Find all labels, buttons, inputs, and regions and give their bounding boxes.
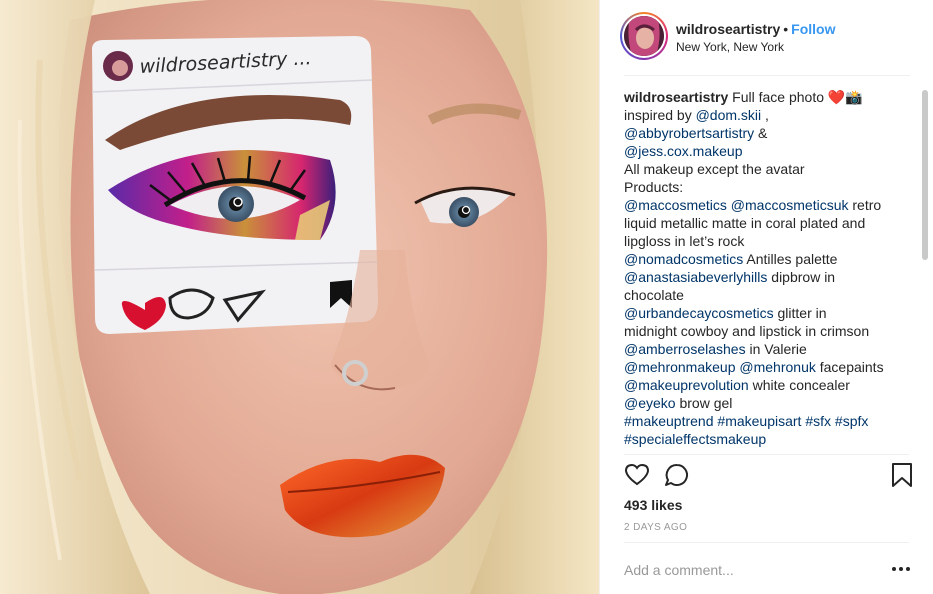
caption-line: liquid metallic matte in coral plated an… xyxy=(624,214,914,232)
comment-button[interactable] xyxy=(664,462,690,488)
mention-link[interactable]: @makeuprevolution xyxy=(624,377,749,393)
caption-text: chocolate xyxy=(624,287,684,303)
mention-link[interactable]: @maccosmetics xyxy=(624,197,727,213)
header-user-line: wildroseartistry • Follow xyxy=(676,20,836,38)
username-link[interactable]: wildroseartistry xyxy=(676,21,780,37)
caption-line: @eyeko brow gel xyxy=(624,394,914,412)
avatar-portrait-icon xyxy=(624,16,664,56)
mention-link[interactable]: @jess.cox.makeup xyxy=(624,143,742,159)
post-photo[interactable]: wildroseartistry ... xyxy=(0,0,599,594)
more-options-button[interactable] xyxy=(890,562,912,576)
speech-bubble-icon xyxy=(665,463,688,486)
mention-link[interactable]: @eyeko xyxy=(624,395,676,411)
caption-text: white concealer xyxy=(748,377,850,393)
caption-line: lipgloss in let’s rock xyxy=(624,232,914,250)
caption-username-link[interactable]: wildroseartistry xyxy=(624,89,728,105)
caption-text: lipgloss in let’s rock xyxy=(624,233,745,249)
caption-text: All makeup except the avatar xyxy=(624,161,805,177)
caption-text: inspired by xyxy=(624,107,696,123)
caption-line: @jess.cox.makeup xyxy=(624,142,914,160)
mention-link[interactable]: @abbyrobertsartistry xyxy=(624,125,754,141)
caption-line: inspired by @dom.skii , xyxy=(624,106,914,124)
caption-text: glitter in xyxy=(773,305,827,321)
makeup-face-image: wildroseartistry ... xyxy=(0,0,599,594)
header-divider xyxy=(624,75,910,76)
caption-line: Products: xyxy=(624,178,914,196)
mention-link[interactable]: @mehronuk xyxy=(739,359,815,375)
hashtag-link[interactable]: #specialeffectsmakeup xyxy=(624,431,766,447)
caption-line: @anastasiabeverlyhills dipbrow in xyxy=(624,268,914,286)
caption-line: @nomadcosmetics Antilles palette xyxy=(624,250,914,268)
caption-divider xyxy=(624,454,909,455)
caption-line: chocolate xyxy=(624,286,914,304)
location-link[interactable]: New York, New York xyxy=(676,40,784,54)
mention-link[interactable]: @mehronmakeup xyxy=(624,359,736,375)
post-caption: wildroseartistry Full face photo ❤️📸 insp… xyxy=(624,88,914,452)
caption-line: @mehronmakeup @mehronuk facepaints xyxy=(624,358,914,376)
caption-line: @makeuprevolution white concealer xyxy=(624,376,914,394)
caption-line: All makeup except the avatar xyxy=(624,160,914,178)
comment-divider xyxy=(624,542,909,543)
caption-line: #specialeffectsmakeup xyxy=(624,430,914,448)
caption-text: liquid metallic matte in coral plated an… xyxy=(624,215,866,231)
user-avatar[interactable] xyxy=(620,12,668,60)
likes-count[interactable]: 493 likes xyxy=(624,497,682,513)
heart-outline-icon xyxy=(624,463,650,486)
post-header: wildroseartistry • Follow New York, New Yo… xyxy=(600,0,933,76)
caption-line: midnight cowboy and lipstick in crimson xyxy=(624,322,914,340)
caption-text: & xyxy=(754,125,768,141)
caption-text: dipbrow in xyxy=(767,269,836,285)
hashtag-link[interactable]: #makeupisart xyxy=(717,413,801,429)
caption-text: Products: xyxy=(624,179,684,195)
caption-text: , xyxy=(761,107,769,123)
follow-button[interactable]: Follow xyxy=(791,21,835,37)
caption-line: wildroseartistry Full face photo ❤️📸 xyxy=(624,88,914,106)
hashtag-link[interactable]: #sfx xyxy=(805,413,831,429)
caption-text: midnight cowboy and lipstick in crimson xyxy=(624,323,870,339)
header-separator: • xyxy=(783,21,789,37)
caption-line: @maccosmetics @maccosmeticsuk retro xyxy=(624,196,914,214)
like-button[interactable] xyxy=(624,462,650,488)
more-options-icon xyxy=(892,567,910,571)
mention-link[interactable]: @anastasiabeverlyhills xyxy=(624,269,767,285)
caption-line: @abbyrobertsartistry & xyxy=(624,124,914,142)
caption-line: @amberroselashes in Valerie xyxy=(624,340,914,358)
caption-scrollbar[interactable] xyxy=(922,90,928,260)
caption-text: Antilles palette xyxy=(743,251,838,267)
caption-text: facepaints xyxy=(815,359,884,375)
mention-link[interactable]: @amberroselashes xyxy=(624,341,746,357)
caption-text: in Valerie xyxy=(745,341,807,357)
caption-text: retro xyxy=(848,197,882,213)
bookmark-icon xyxy=(892,463,912,487)
action-bar xyxy=(624,462,914,490)
mention-link[interactable]: @dom.skii xyxy=(696,107,762,123)
caption-text: Full face photo ❤️📸 xyxy=(728,89,863,105)
save-button[interactable] xyxy=(890,462,916,488)
comment-input[interactable] xyxy=(624,560,864,580)
hashtag-link[interactable]: #spfx xyxy=(835,413,868,429)
caption-line: #makeuptrend #makeupisart #sfx #spfx xyxy=(624,412,914,430)
mention-link[interactable]: @urbandecaycosmetics xyxy=(624,305,774,321)
post-timestamp[interactable]: 2 DAYS AGO xyxy=(624,522,687,533)
mention-link[interactable]: @nomadcosmetics xyxy=(624,251,743,267)
mention-link[interactable]: @maccosmeticsuk xyxy=(731,197,849,213)
post-details-panel: wildroseartistry • Follow New York, New Yo… xyxy=(599,0,933,594)
caption-line: @urbandecaycosmetics glitter in xyxy=(624,304,914,322)
hashtag-link[interactable]: #makeuptrend xyxy=(624,413,714,429)
caption-text: brow gel xyxy=(675,395,733,411)
